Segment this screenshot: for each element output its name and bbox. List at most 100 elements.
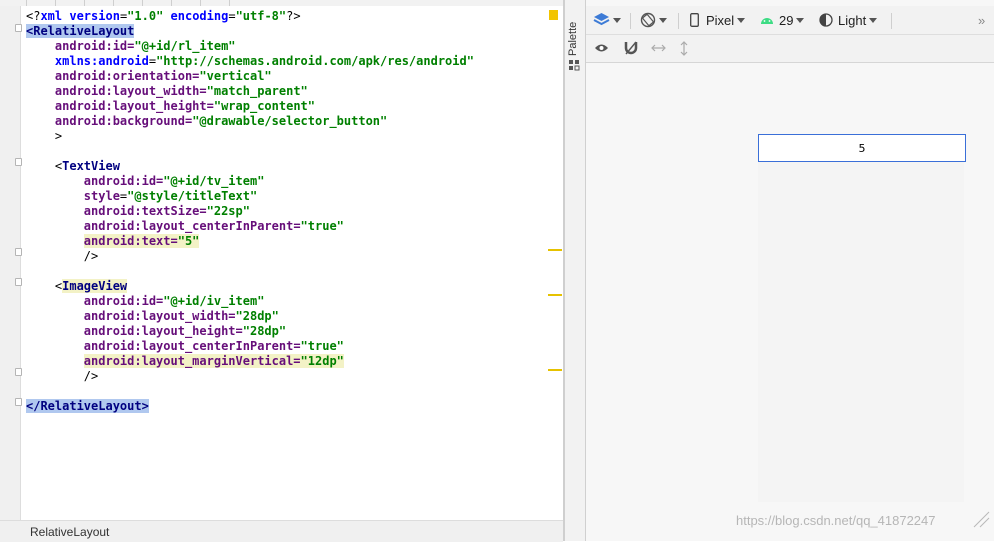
code-line[interactable]: <RelativeLayout	[26, 24, 474, 39]
code-token: :layout_height=	[105, 99, 214, 113]
inspection-status-icon[interactable]	[549, 10, 558, 20]
code-line[interactable]: >	[26, 129, 474, 144]
fold-marker[interactable]	[15, 368, 22, 376]
code-token: "22sp"	[206, 204, 250, 218]
code-token: android	[26, 339, 135, 353]
code-token: "http://schemas.android.com/apk/res/andr…	[156, 54, 474, 68]
code-line[interactable]: android:text="5"	[26, 234, 474, 249]
code-token: :textSize=	[134, 204, 207, 218]
code-line[interactable]: />	[26, 249, 474, 264]
device-selector[interactable]: Pixel	[690, 11, 746, 29]
code-line[interactable]	[26, 144, 474, 159]
code-line[interactable]: android:layout_height="28dp"	[26, 324, 474, 339]
code-line[interactable]: android:background="@drawable/selector_b…	[26, 114, 474, 129]
code-line[interactable]: android:id="@+id/rl_item"	[26, 39, 474, 54]
code-line[interactable]: </RelativeLayout>	[26, 399, 474, 414]
device-label: Pixel	[706, 12, 735, 28]
code-token: "@+id/rl_item"	[134, 39, 236, 53]
code-line[interactable]	[26, 264, 474, 279]
code-token: ImageView	[62, 279, 128, 293]
code-token: "5"	[177, 234, 200, 248]
fold-marker[interactable]	[15, 278, 22, 286]
theme-selector[interactable]: Light	[819, 11, 878, 29]
code-line[interactable]	[26, 384, 474, 399]
editor-gutter[interactable]	[0, 6, 22, 520]
code-line[interactable]: android:layout_marginVertical="12dp"	[26, 354, 474, 369]
xml-editor[interactable]: <?xml version="1.0" encoding="utf-8"?> <R…	[0, 0, 563, 542]
code-token: android	[26, 114, 106, 128]
view-options-toolbar	[586, 35, 994, 63]
code-token: android	[26, 84, 106, 98]
editor-tab-strip	[0, 0, 563, 6]
layers-icon	[593, 13, 610, 26]
api-level-selector[interactable]: 29	[760, 11, 805, 29]
code-line[interactable]: android:layout_width="match_parent"	[26, 84, 474, 99]
fold-marker[interactable]	[15, 158, 22, 166]
breadcrumb-item[interactable]: RelativeLayout	[30, 525, 109, 539]
code-token: </RelativeLayout>	[26, 399, 149, 413]
warning-marker[interactable]	[548, 294, 562, 296]
code-token: <RelativeLayout	[26, 24, 135, 38]
code-line[interactable]: <TextView	[26, 159, 474, 174]
theme-icon	[819, 13, 833, 27]
code-line[interactable]: android:id="@+id/tv_item"	[26, 174, 474, 189]
palette-icon	[569, 60, 580, 71]
resize-grip-icon[interactable]	[970, 508, 990, 528]
vertical-arrows-icon	[680, 40, 688, 56]
relative-layout-preview[interactable]: 5	[758, 134, 966, 162]
design-surface: Pixel 29 Light » 5 https://blog.csdn.net…	[586, 0, 994, 541]
code-line[interactable]: <?xml version="1.0" encoding="utf-8"?>	[26, 9, 474, 24]
code-line[interactable]: android:layout_width="28dp"	[26, 309, 474, 324]
code-token: android	[26, 69, 106, 83]
view-options-button[interactable]	[594, 39, 609, 57]
watermark: https://blog.csdn.net/qq_41872247	[736, 513, 936, 528]
orientation-selector[interactable]	[640, 11, 667, 29]
code-token: :layout_width=	[134, 309, 236, 323]
expand-horizontal-button[interactable]	[651, 39, 666, 57]
code-token: "@+id/iv_item"	[163, 294, 265, 308]
code-line[interactable]: android:layout_centerInParent="true"	[26, 339, 474, 354]
autoconnect-toggle[interactable]	[624, 39, 638, 57]
horizontal-arrows-icon	[651, 44, 666, 52]
code-line[interactable]: android:layout_height="wrap_content"	[26, 99, 474, 114]
code-token: android:layout_marginVertical=	[83, 354, 301, 368]
code-token: =	[228, 9, 236, 23]
toolbar-overflow-button[interactable]: »	[978, 11, 985, 29]
code-token: android	[26, 174, 135, 188]
code-line[interactable]: <ImageView	[26, 279, 474, 294]
code-area[interactable]: <?xml version="1.0" encoding="utf-8"?> <R…	[26, 9, 474, 414]
code-line[interactable]: android:textSize="22sp"	[26, 204, 474, 219]
code-line[interactable]: android:id="@+id/iv_item"	[26, 294, 474, 309]
code-token: />	[26, 369, 99, 383]
design-surface-selector[interactable]	[593, 11, 621, 29]
code-line[interactable]: style="@style/titleText"	[26, 189, 474, 204]
fold-marker[interactable]	[15, 24, 22, 32]
code-token: "wrap_content"	[213, 99, 316, 113]
palette-tool-window-strip[interactable]: Palette	[565, 0, 586, 541]
code-token: "utf-8"	[235, 9, 287, 23]
code-token: android	[26, 324, 135, 338]
fold-marker[interactable]	[15, 248, 22, 256]
code-token: android	[26, 294, 135, 308]
code-token: :id=	[134, 294, 164, 308]
warning-marker[interactable]	[548, 249, 562, 251]
code-line[interactable]: />	[26, 369, 474, 384]
code-token: TextView	[62, 159, 120, 173]
editor-breadcrumb-bar: RelativeLayout	[0, 520, 563, 542]
code-token: />	[26, 249, 99, 263]
expand-vertical-button[interactable]	[679, 39, 689, 57]
code-line[interactable]: android:layout_centerInParent="true"	[26, 219, 474, 234]
text-view-preview[interactable]: 5	[859, 142, 866, 155]
code-line[interactable]: xmlns:android="http://schemas.android.co…	[26, 54, 474, 69]
code-token: =	[148, 54, 157, 68]
fold-marker[interactable]	[15, 398, 22, 406]
code-token: :orientation=	[105, 69, 200, 83]
code-token: ?>	[286, 9, 301, 23]
warning-marker[interactable]	[548, 369, 562, 371]
code-token: "true"	[300, 339, 344, 353]
api-level-label: 29	[779, 12, 794, 28]
eye-icon	[595, 44, 608, 52]
palette-label[interactable]: Palette	[567, 22, 579, 56]
code-token: xml version	[40, 9, 120, 23]
code-line[interactable]: android:orientation="vertical"	[26, 69, 474, 84]
